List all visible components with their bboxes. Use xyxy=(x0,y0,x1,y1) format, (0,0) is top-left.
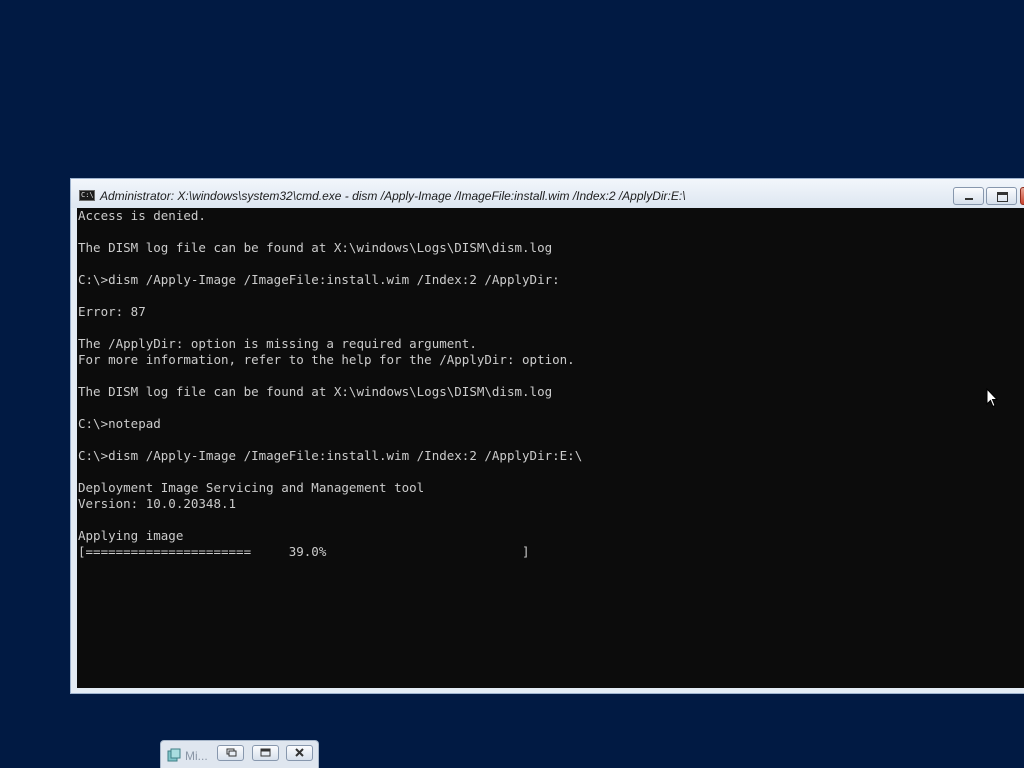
restore-button[interactable] xyxy=(217,745,244,761)
minimized-window-label: Mi... xyxy=(185,749,208,763)
console-line: C:\>notepad xyxy=(78,416,161,431)
progress-bar-line: [====================== 39.0% ] xyxy=(78,544,530,559)
console-output[interactable]: Access is denied. The DISM log file can b… xyxy=(77,208,1024,688)
maximize-button[interactable] xyxy=(986,187,1017,205)
notepad-icon xyxy=(167,748,181,762)
console-line: Version: 10.0.20348.1 xyxy=(78,496,237,511)
console-line: The /ApplyDir: option is missing a requi… xyxy=(78,336,477,351)
mouse-cursor-icon xyxy=(986,388,998,408)
close-icon xyxy=(295,748,304,757)
minimize-icon xyxy=(965,198,973,200)
restore-icon xyxy=(226,748,237,757)
console-line: For more information, refer to the help … xyxy=(78,352,575,367)
close-button-mini[interactable] xyxy=(286,745,313,761)
console-line: Deployment Image Servicing and Managemen… xyxy=(78,480,425,495)
maximize-icon xyxy=(260,748,271,757)
console-line: Access is denied. xyxy=(78,208,206,223)
maximize-icon xyxy=(997,192,1008,202)
console-line: C:\>dism /Apply-Image /ImageFile:install… xyxy=(78,272,560,287)
console-line: The DISM log file can be found at X:\win… xyxy=(78,240,553,255)
window-title: Administrator: X:\windows\system32\cmd.e… xyxy=(100,189,686,203)
maximize-button-mini[interactable] xyxy=(252,745,279,761)
close-button[interactable] xyxy=(1020,187,1024,205)
title-bar[interactable]: C:\ Administrator: X:\windows\system32\c… xyxy=(71,179,1024,208)
cmd-icon[interactable]: C:\ xyxy=(79,190,95,201)
minimize-button[interactable] xyxy=(953,187,984,205)
cmd-window[interactable]: C:\ Administrator: X:\windows\system32\c… xyxy=(70,178,1024,694)
console-line: The DISM log file can be found at X:\win… xyxy=(78,384,553,399)
console-line: Applying image xyxy=(78,528,184,543)
console-lines: Access is denied. The DISM log file can b… xyxy=(77,208,1024,560)
console-line: Error: 87 xyxy=(78,304,146,319)
minimized-window-notepad[interactable]: Mi... xyxy=(160,740,319,768)
console-line: C:\>dism /Apply-Image /ImageFile:install… xyxy=(78,448,583,463)
